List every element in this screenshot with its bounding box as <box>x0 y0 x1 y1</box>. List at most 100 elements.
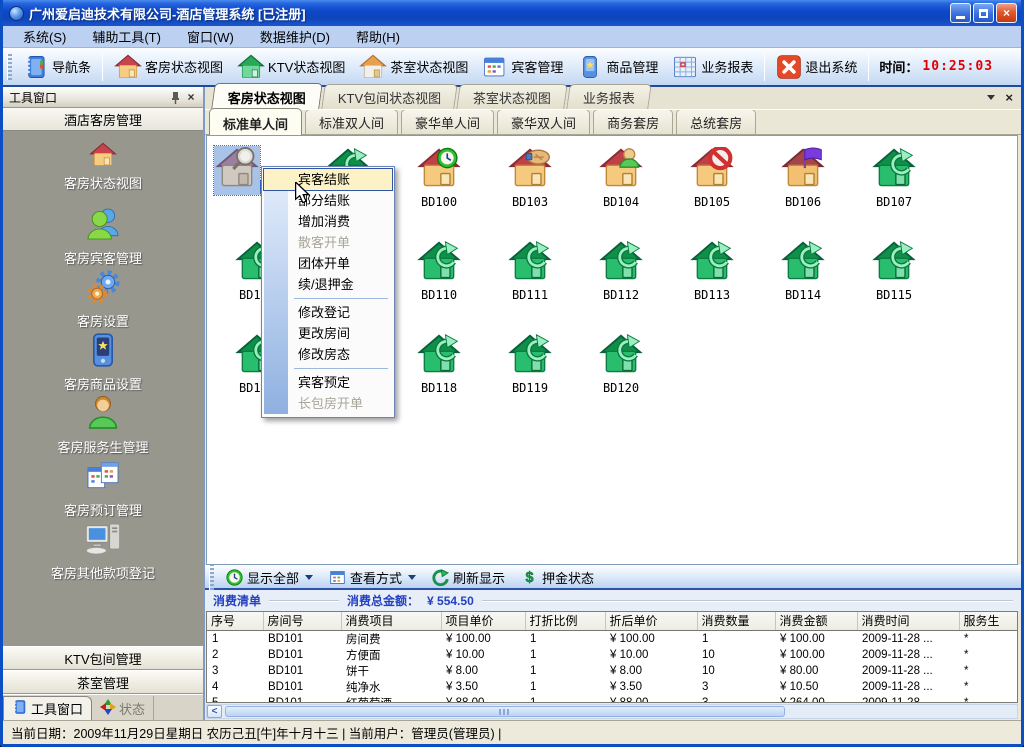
goods-icon <box>577 54 603 80</box>
table-row-0[interactable]: 1BD101房间费¥ 100.001¥ 100.001¥ 100.002009-… <box>207 630 1017 647</box>
column-header-3[interactable]: 项目单价 <box>441 612 525 630</box>
tabstrip-close-icon[interactable]: × <box>1005 91 1013 104</box>
maximize-button[interactable] <box>973 3 994 23</box>
tabstrip-dropdown-icon[interactable] <box>987 95 995 100</box>
room-BD103[interactable]: BD103 <box>486 146 574 209</box>
sidebar: 工具窗口 × 酒店客房管理 客房状态视图客房宾客管理客房设置客房商品设置客房服务… <box>3 87 205 720</box>
room-BD118[interactable]: BD118 <box>395 332 483 395</box>
room-BD110[interactable]: BD110 <box>395 239 483 302</box>
close-button[interactable]: × <box>996 3 1017 23</box>
view-tab-0[interactable]: 客房状态视图 <box>211 83 323 109</box>
panel-toolbar-button-3[interactable]: $押金状态 <box>513 567 602 588</box>
column-header-2[interactable]: 消费项目 <box>341 612 441 630</box>
bottom-toolbar-grip[interactable] <box>209 564 214 590</box>
room-BD120[interactable]: BD120 <box>577 332 665 395</box>
consumption-header: 消费清单 消费总金额： ¥ 554.50 <box>205 590 1021 611</box>
column-header-4[interactable]: 打折比例 <box>525 612 605 630</box>
toolbar-button-6[interactable]: 业务报表 <box>665 52 760 82</box>
room-type-tab-3[interactable]: 豪华双人间 <box>497 109 590 134</box>
context-menu-item-9[interactable]: 修改房态 <box>264 344 392 365</box>
room-BD104[interactable]: BD104 <box>577 146 665 209</box>
room-BD115[interactable]: BD115 <box>850 239 938 302</box>
view-tab-2[interactable]: 茶室状态视图 <box>457 84 569 109</box>
menu-item-3[interactable]: 数据维护(D) <box>248 25 342 48</box>
panel-toolbar-button-1[interactable]: 查看方式 <box>321 567 424 588</box>
room-status-icon-vacant <box>507 332 553 381</box>
menu-item-4[interactable]: 帮助(H) <box>344 25 412 48</box>
sidebar-group-button-0[interactable]: KTV包间管理 <box>3 646 203 670</box>
table-cell: BD101 <box>263 679 341 695</box>
sidebar-item-5[interactable]: 客房预订管理 <box>23 456 183 519</box>
scroll-left-icon[interactable]: < <box>207 705 222 718</box>
view-tab-1[interactable]: KTV包间状态视图 <box>321 84 458 109</box>
sidebar-item-6[interactable]: 客房其他款项登记 <box>23 519 183 582</box>
sidebar-close-icon[interactable]: × <box>183 90 199 105</box>
menu-item-1[interactable]: 辅助工具(T) <box>80 25 173 48</box>
room-type-tab-0[interactable]: 标准单人间 <box>209 108 302 135</box>
pin-icon[interactable] <box>167 90 183 105</box>
room-BD112[interactable]: BD112 <box>577 239 665 302</box>
sidebar-footer-tab-1[interactable]: 状态 <box>92 696 154 720</box>
column-header-8[interactable]: 消费时间 <box>857 612 959 630</box>
sidebar-item-1[interactable]: 客房宾客管理 <box>23 204 183 267</box>
panel-toolbar-button-0[interactable]: 显示全部 <box>218 567 321 588</box>
room-BD100[interactable]: BD100 <box>395 146 483 209</box>
room-type-tab-5[interactable]: 总统套房 <box>676 109 756 134</box>
column-header-7[interactable]: 消费金额 <box>775 612 857 630</box>
context-menu-item-7[interactable]: 修改登记 <box>264 302 392 323</box>
room-BD113[interactable]: BD113 <box>668 239 756 302</box>
table-horizontal-scrollbar[interactable]: < <box>206 704 1018 719</box>
room-type-tab-1[interactable]: 标准双人间 <box>305 109 398 134</box>
context-menu-item-4[interactable]: 团体开单 <box>264 253 392 274</box>
table-row-4[interactable]: 5BD101红葡萄酒¥ 88.001¥ 88.003¥ 264.002009-1… <box>207 695 1017 704</box>
column-header-6[interactable]: 消费数量 <box>697 612 775 630</box>
sidebar-bottom-groups: KTV包间管理茶室管理 <box>3 646 203 694</box>
room-BD107[interactable]: BD107 <box>850 146 938 209</box>
context-menu-item-8[interactable]: 更改房间 <box>264 323 392 344</box>
sidebar-group-header[interactable]: 酒店客房管理 <box>3 108 203 131</box>
room-BD105[interactable]: BD105 <box>668 146 756 209</box>
view-tab-3[interactable]: 业务报表 <box>567 84 653 109</box>
room-BD119[interactable]: BD119 <box>486 332 574 395</box>
panel-toolbar-button-2[interactable]: 刷新显示 <box>424 567 513 588</box>
sidebar-footer-tab-0[interactable]: 工具窗口 <box>3 696 92 720</box>
toolbar-button-2[interactable]: KTV状态视图 <box>230 51 352 83</box>
title-bar[interactable]: 广州爱启迪技术有限公司-酒店管理系统 [已注册] × <box>3 0 1021 26</box>
sidebar-item-3[interactable]: 客房商品设置 <box>23 330 183 393</box>
menu-item-2[interactable]: 窗口(W) <box>175 25 246 48</box>
menu-item-0[interactable]: 系统(S) <box>11 25 78 48</box>
toolbar-button-4[interactable]: 宾客管理 <box>475 52 570 82</box>
context-menu-item-1[interactable]: 部分结账 <box>264 190 392 211</box>
sidebar-item-4[interactable]: 客房服务生管理 <box>23 393 183 456</box>
minimize-button[interactable] <box>950 3 971 23</box>
room-BD114[interactable]: BD114 <box>759 239 847 302</box>
context-menu-item-0[interactable]: 宾客结账 <box>264 169 392 190</box>
scrollbar-thumb[interactable] <box>225 706 785 717</box>
sidebar-item-0[interactable]: 客房状态视图 <box>23 141 183 204</box>
room-type-tab-4[interactable]: 商务套房 <box>593 109 673 134</box>
sidebar-item-label: 客房宾客管理 <box>64 248 142 267</box>
column-header-0[interactable]: 序号 <box>207 612 263 630</box>
sidebar-group-button-1[interactable]: 茶室管理 <box>3 670 203 694</box>
sidebar-item-2[interactable]: 客房设置 <box>23 267 183 330</box>
table-cell: ¥ 88.00 <box>605 695 697 704</box>
context-menu-item-2[interactable]: 增加消费 <box>264 211 392 232</box>
status-bar-text: 当前日期：2009年11月29日星期日 农历己丑[牛]年十月十三 | 当前用户：… <box>11 723 501 742</box>
table-row-3[interactable]: 4BD101纯净水¥ 3.501¥ 3.503¥ 10.502009-11-28… <box>207 679 1017 695</box>
room-BD106[interactable]: BD106 <box>759 146 847 209</box>
room-BD111[interactable]: BD111 <box>486 239 574 302</box>
column-header-1[interactable]: 房间号 <box>263 612 341 630</box>
room-type-tab-2[interactable]: 豪华单人间 <box>401 109 494 134</box>
toolbar-button-0[interactable]: 导航条 <box>16 52 98 82</box>
context-menu-item-5[interactable]: 续/退押金 <box>264 274 392 295</box>
toolbar-button-3[interactable]: 茶室状态视图 <box>352 51 475 83</box>
toolbar-button-5[interactable]: 商品管理 <box>570 52 665 82</box>
toolbar-grip[interactable] <box>7 54 12 80</box>
table-row-2[interactable]: 3BD101饼干¥ 8.001¥ 8.0010¥ 80.002009-11-28… <box>207 663 1017 679</box>
toolbar-button-7[interactable]: 退出系统 <box>769 52 864 82</box>
context-menu-item-11[interactable]: 宾客预定 <box>264 372 392 393</box>
toolbar-button-1[interactable]: 客房状态视图 <box>107 51 230 83</box>
column-header-5[interactable]: 折后单价 <box>605 612 697 630</box>
column-header-9[interactable]: 服务生 <box>959 612 1017 630</box>
table-row-1[interactable]: 2BD101方便面¥ 10.001¥ 10.0010¥ 100.002009-1… <box>207 647 1017 663</box>
